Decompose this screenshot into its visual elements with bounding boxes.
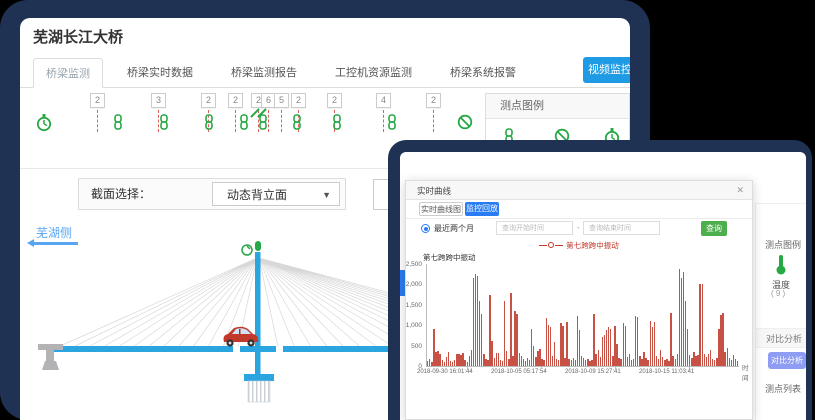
legend-marker-icon	[548, 242, 554, 248]
start-time-input[interactable]: 查询开始时间	[496, 221, 573, 235]
x-tick-label: 2018-09-30 16:01:44	[417, 369, 473, 375]
chart-series-bars	[427, 264, 739, 366]
sensor-dotted-line	[97, 110, 98, 132]
sensor-count-badge: 2	[90, 93, 105, 108]
left-pier	[38, 344, 63, 370]
vibration-chart	[426, 264, 739, 367]
x-tick-label: 2018-10-09 15:27:41	[565, 369, 621, 375]
close-icon[interactable]: ✕	[736, 185, 744, 195]
end-time-input[interactable]: 查询结束时间	[583, 221, 660, 235]
realtime-curve-modal: 实时曲线 ✕ 实时曲线图 监控回放 最近两个月 查询开始时间 - 查询结束时间 …	[405, 180, 753, 420]
sensor-icon-wrap[interactable]	[159, 114, 169, 135]
section-select-value: 动态背立面	[227, 188, 287, 202]
main-tab-bar: 桥梁监测桥梁实时数据桥梁监测报告工控机资源监测桥梁系统报警	[20, 58, 630, 88]
x-tick-mark	[467, 366, 468, 369]
sensor-icon-wrap[interactable]	[292, 114, 302, 135]
bridge-pylon	[255, 252, 261, 378]
chain-sensor-icon	[239, 114, 249, 130]
modal-title: 实时曲线	[417, 185, 451, 197]
chain-sensor-icon	[387, 114, 397, 130]
chart-legend: 第七跨跨中振动	[406, 240, 752, 250]
section-select-dropdown[interactable]: 动态背立面 ▼	[212, 182, 340, 206]
no-entry-icon	[457, 114, 473, 130]
chain-sensor-icon	[159, 114, 169, 130]
video-monitor-button[interactable]: 视频监控	[583, 57, 630, 83]
sensor-icon-wrap[interactable]	[204, 114, 214, 135]
tab-realtime-curve[interactable]: 实时曲线图	[419, 202, 463, 216]
bridge-deck	[50, 346, 233, 352]
page-title: 芜湖长江大桥	[33, 26, 123, 47]
overlay-device-frame: 测点图例 温度 ( 9 ) 对比分析 对比分析 测点列表 实时曲线 ✕ 实时曲线…	[388, 140, 812, 420]
pylon-footing-cap	[244, 374, 274, 381]
tab-monitor-replay[interactable]: 监控回放	[465, 202, 499, 216]
section-select-label: 截面选择：	[91, 179, 151, 209]
tab-工控机资源监测[interactable]: 工控机资源监测	[323, 58, 424, 88]
sensor-dotted-line	[433, 110, 434, 132]
modal-tab-rule	[406, 218, 752, 219]
sensor-icon-wrap[interactable]	[258, 114, 268, 135]
query-button[interactable]: 查询	[701, 221, 727, 236]
sensor-count-badge: 4	[376, 93, 391, 108]
sensor-icon-wrap[interactable]	[113, 114, 123, 135]
legend-panel-title: 测点图例	[486, 94, 629, 119]
section-select-group: 截面选择： 动态背立面 ▼	[78, 178, 346, 210]
overlay-window: 测点图例 温度 ( 9 ) 对比分析 对比分析 测点列表 实时曲线 ✕ 实时曲线…	[400, 152, 806, 420]
tab-桥梁实时数据[interactable]: 桥梁实时数据	[115, 58, 205, 88]
chain-sensor-icon	[292, 114, 302, 130]
sensor-count-badge: 2	[426, 93, 441, 108]
sensor-count-badge: 5	[274, 93, 289, 108]
compare-section-header: 对比分析	[756, 328, 806, 348]
thermometer-icon	[775, 254, 787, 276]
recent-two-months-label: 最近两个月	[434, 223, 474, 234]
chain-sensor-icon	[332, 114, 342, 130]
chain-sensor-icon	[204, 114, 214, 130]
sensor-dotted-line	[281, 110, 282, 132]
sensor-dotted-line	[383, 110, 384, 132]
x-tick-mark	[689, 366, 690, 369]
compare-analysis-button[interactable]: 对比分析	[768, 352, 806, 369]
legend-series-label: 第七跨跨中振动	[566, 240, 619, 251]
chain-sensor-icon	[113, 114, 123, 130]
stopwatch-icon	[36, 114, 52, 132]
pylon-footing	[248, 381, 270, 402]
y-tick-label: 1,000	[400, 322, 422, 329]
sensor-count-badge: 3	[151, 93, 166, 108]
y-tick-label: 2,500	[400, 261, 422, 268]
x-axis-name: 时间	[742, 362, 752, 382]
y-tick-label: 2,000	[400, 281, 422, 288]
chain-sensor-icon	[258, 114, 268, 130]
sensor-dotted-line	[235, 110, 236, 132]
modal-header: 实时曲线 ✕	[406, 181, 752, 200]
sensor-count-badge: 2	[228, 93, 243, 108]
car	[224, 327, 259, 347]
date-range-separator: -	[577, 223, 580, 232]
y-tick-label: 500	[400, 343, 422, 350]
sensor-icon-wrap[interactable]	[457, 114, 473, 135]
y-tick-label: 1,500	[400, 302, 422, 309]
sensor-icon-wrap[interactable]	[239, 114, 249, 135]
sensor-count-badge: 2	[201, 93, 216, 108]
x-tick-mark	[615, 366, 616, 369]
sensor-count-badge: 2	[327, 93, 342, 108]
x-tick-mark	[541, 366, 542, 369]
tab-桥梁监测[interactable]: 桥梁监测	[33, 58, 103, 88]
x-tick-label: 2018-10-05 05:17:54	[491, 369, 547, 375]
sensor-icon-wrap[interactable]	[36, 114, 52, 137]
chevron-down-icon: ▼	[322, 183, 331, 207]
tab-桥梁监测报告[interactable]: 桥梁监测报告	[219, 58, 309, 88]
temperature-count: ( 9 )	[771, 289, 785, 298]
chart-title: 第七跨跨中振动	[423, 252, 476, 263]
x-tick-label: 2018-10-15 11:03:41	[639, 369, 694, 375]
sensor-icon-wrap[interactable]	[332, 114, 342, 135]
sensor-count-badge: 2	[291, 93, 306, 108]
recent-two-months-radio[interactable]	[421, 224, 430, 233]
tab-桥梁系统报警[interactable]: 桥梁系统报警	[438, 58, 528, 88]
sensor-icon-wrap[interactable]	[387, 114, 397, 135]
bar	[737, 361, 738, 366]
